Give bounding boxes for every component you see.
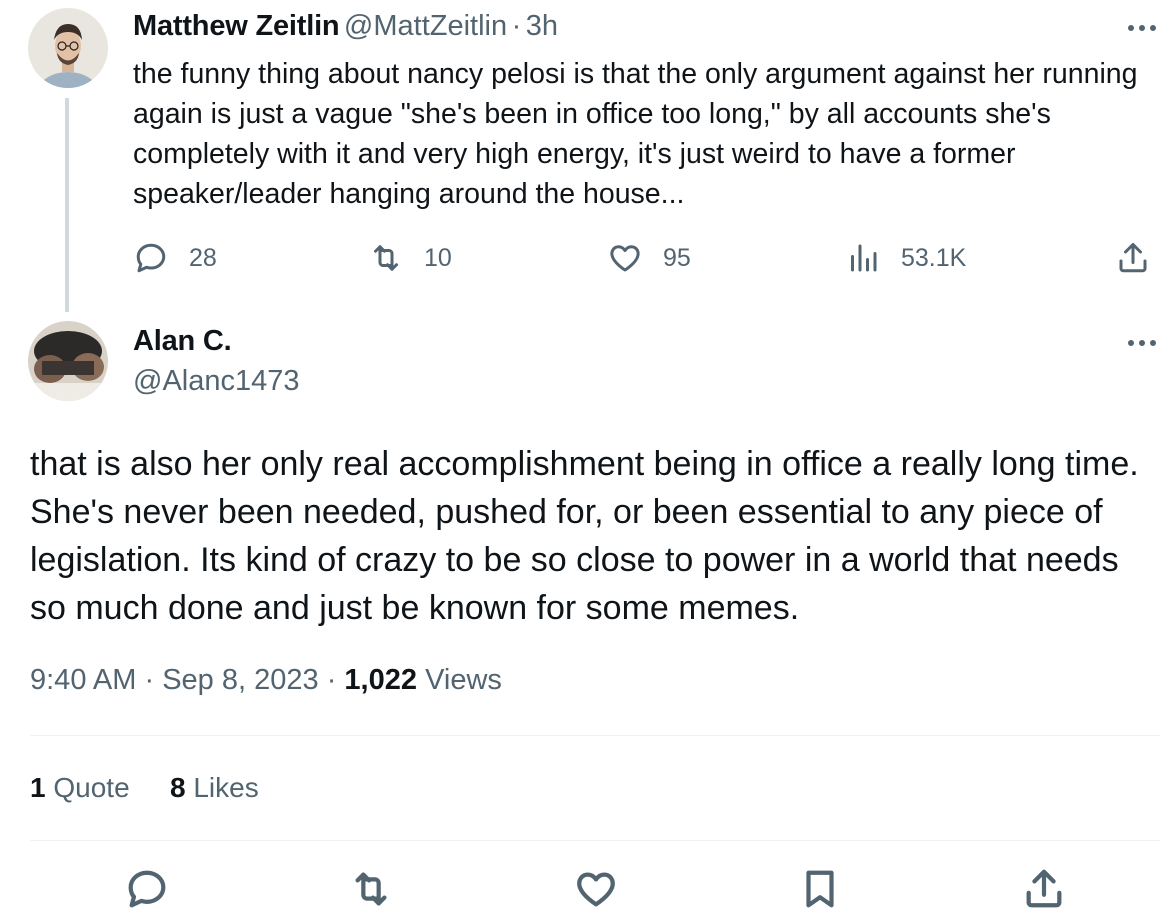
divider <box>30 840 1160 841</box>
tweet-date[interactable]: Sep 8, 2023 <box>162 664 318 696</box>
views-bar-icon <box>851 244 877 272</box>
divider <box>30 735 1160 736</box>
tweet-time[interactable]: 3h <box>526 10 558 42</box>
parent-tweet-text: the funny thing about nancy pelosi is th… <box>133 58 1138 210</box>
reply-icon <box>136 243 166 273</box>
quotes-label: Quote <box>53 772 130 803</box>
share-button[interactable] <box>1021 866 1067 912</box>
share-button[interactable] <box>1115 240 1151 276</box>
like-count: 95 <box>663 243 691 272</box>
more-dots-icon[interactable] <box>1128 25 1156 31</box>
thread-connector <box>65 98 69 312</box>
main-tweet-text: that is also her only real accomplishmen… <box>30 445 1139 627</box>
avatar-alan-c[interactable] <box>28 321 108 401</box>
views-label: Views <box>425 664 502 696</box>
views-count: 53.1K <box>901 243 967 272</box>
views-button[interactable]: 53.1K <box>845 240 966 276</box>
retweet-icon <box>355 872 387 906</box>
separator-dot: · <box>511 10 522 42</box>
share-icon <box>1119 243 1147 273</box>
quotes-count: 1 <box>30 772 46 803</box>
heart-icon <box>577 872 615 907</box>
author-name[interactable]: Alan C. <box>133 325 232 358</box>
more-dots-icon[interactable] <box>1128 340 1156 346</box>
views-count: 1,022 <box>344 664 417 696</box>
heart-icon <box>610 245 640 272</box>
avatar-matthew-zeitlin[interactable] <box>28 8 108 88</box>
tweet-time[interactable]: 9:40 AM <box>30 664 136 696</box>
separator-dot: · <box>326 664 337 696</box>
avatar-photo <box>28 321 108 401</box>
reply-icon <box>128 870 166 908</box>
likes-count: 8 <box>170 772 186 803</box>
retweet-button[interactable]: 10 <box>368 240 452 276</box>
reply-button[interactable] <box>124 866 170 912</box>
share-icon <box>1026 869 1062 908</box>
like-button[interactable]: 95 <box>607 240 691 276</box>
retweet-count: 10 <box>424 243 452 272</box>
like-button[interactable] <box>573 866 619 912</box>
avatar-photo <box>28 8 108 88</box>
author-handle[interactable]: @Alanc1473 <box>133 365 300 398</box>
likes-link[interactable]: 8 Likes <box>170 772 259 804</box>
tweet-meta: 9:40 AM · Sep 8, 2023 · 1,022 Views <box>30 664 502 697</box>
retweet-button[interactable] <box>348 866 394 912</box>
bookmark-icon <box>806 870 834 908</box>
parent-tweet-header: Matthew Zeitlin @MattZeitlin · 3h <box>133 10 558 43</box>
separator-dot: · <box>144 664 155 696</box>
reply-button[interactable]: 28 <box>133 240 217 276</box>
author-handle[interactable]: @MattZeitlin <box>344 10 507 42</box>
likes-label: Likes <box>193 772 259 803</box>
retweet-icon <box>374 245 398 271</box>
quotes-link[interactable]: 1 Quote <box>30 772 130 804</box>
reply-count: 28 <box>189 243 217 272</box>
author-name[interactable]: Matthew Zeitlin <box>133 10 340 42</box>
bookmark-button[interactable] <box>797 866 843 912</box>
